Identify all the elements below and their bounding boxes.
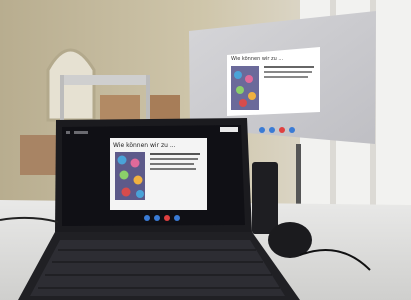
laptop-toolbar-dot [174, 215, 180, 221]
projector-toolbar-dot [269, 127, 275, 133]
laptop-slide-title: Wie können wir zu ... [113, 142, 176, 149]
projector-toolbar-dot [279, 127, 285, 133]
projector-toolbar-dot [289, 127, 295, 133]
projector-toolbar-dot [259, 127, 265, 133]
photo-scene: Wie können wir zu ... Wie können wir zu … [0, 0, 411, 300]
laptop-toolbar-dot [164, 215, 170, 221]
laptop-toolbar-dot [144, 215, 150, 221]
laptop-toolbar-dot [154, 215, 160, 221]
projector-stand [296, 144, 301, 214]
laptop-window-button [220, 127, 238, 132]
speaker [252, 162, 278, 234]
projected-slide-title: Wie können wir zu ... [231, 56, 284, 62]
